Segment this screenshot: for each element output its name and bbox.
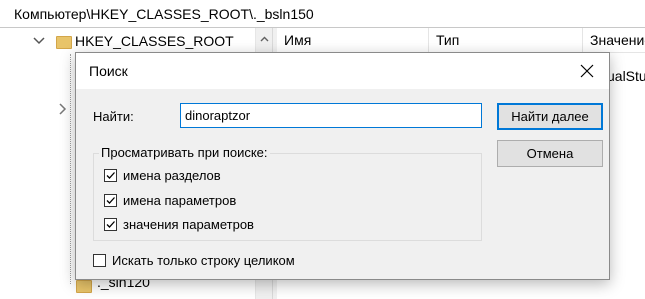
checkbox-value-data[interactable] — [104, 218, 117, 231]
option-label: имена параметров — [123, 193, 237, 208]
address-bar[interactable]: Компьютер\HKEY_CLASSES_ROOT\._bsln150 — [0, 0, 645, 28]
find-label: Найти: — [93, 109, 134, 124]
dialog-titlebar: Поиск — [76, 53, 609, 89]
find-next-button[interactable]: Найти далее — [497, 103, 603, 130]
chevron-down-icon[interactable] — [32, 34, 46, 48]
checkbox-match-whole-string[interactable] — [93, 254, 106, 267]
option-label: Искать только строку целиком — [112, 253, 295, 268]
address-path[interactable]: Компьютер\HKEY_CLASSES_ROOT\._bsln150 — [14, 6, 314, 22]
scroll-up-arrow-icon[interactable] — [260, 32, 269, 42]
cancel-button[interactable]: Отмена — [497, 140, 603, 167]
find-input[interactable] — [180, 103, 482, 128]
tree-guide-line — [70, 54, 72, 284]
checkbox-value-names[interactable] — [104, 194, 117, 207]
check-icon — [106, 172, 115, 179]
column-header-name[interactable]: Имя — [277, 28, 429, 52]
folder-icon — [76, 280, 92, 293]
checkbox-key-names[interactable] — [104, 169, 117, 182]
find-dialog: Поиск Найти: Найти далее Отмена Просматр… — [75, 52, 610, 280]
option-label: значения параметров — [123, 217, 254, 232]
check-icon — [106, 221, 115, 228]
dialog-title: Поиск — [89, 63, 128, 79]
check-icon — [106, 197, 115, 204]
list-cell-peek: ualStu — [607, 68, 645, 84]
tree-root-label[interactable]: HKEY_CLASSES_ROOT — [75, 33, 234, 49]
column-header-type[interactable]: Тип — [429, 28, 583, 52]
folder-icon — [56, 36, 72, 49]
close-icon[interactable] — [565, 53, 609, 89]
column-header-value[interactable]: Значение — [583, 28, 645, 52]
look-at-group-title: Просматривать при поиске: — [99, 145, 270, 160]
chevron-right-icon[interactable] — [56, 102, 70, 116]
list-header: Имя Тип Значение — [277, 28, 645, 53]
option-label: имена разделов — [123, 168, 221, 183]
